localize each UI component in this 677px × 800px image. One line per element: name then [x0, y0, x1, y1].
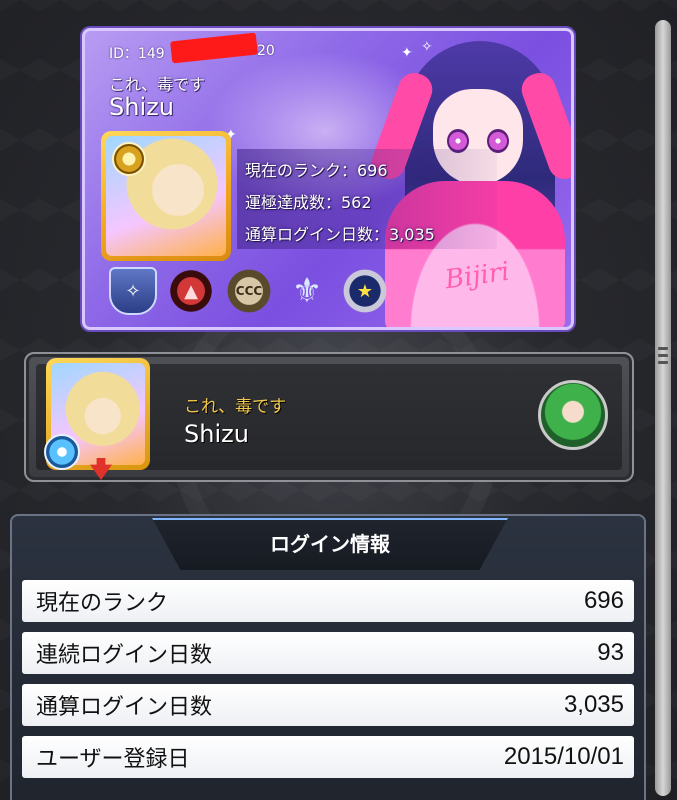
info-row-value: 3,035	[563, 691, 624, 718]
user-id-suffix: 20	[257, 43, 275, 59]
login-info-title: ログイン情報	[270, 532, 390, 556]
gold-medal-icon	[112, 142, 146, 176]
player-summary-panel[interactable]: これ、毒です Shizu	[24, 352, 634, 482]
ccc-emblem-icon[interactable]: CCC	[225, 267, 273, 315]
red-seal-emblem-icon[interactable]: ▲	[167, 267, 215, 315]
element-badge-icon	[44, 434, 80, 470]
stat-max-luck: 運極達成数：562	[245, 193, 372, 212]
scrollbar[interactable]	[655, 20, 671, 796]
info-row-label: 連続ログイン日数	[36, 643, 213, 668]
info-row-value: 93	[597, 639, 624, 666]
profile-avatar[interactable]	[101, 131, 231, 261]
profile-subtitle: これ、毒です	[109, 75, 206, 94]
info-row-label: ユーザー登録日	[36, 747, 190, 772]
green-character-icon[interactable]	[538, 380, 608, 450]
round-badge-emblem-icon[interactable]: ★	[341, 267, 389, 315]
profile-card[interactable]: ✦ ✧ ✦ Bijiri ID：149 20 これ、毒です Shizu 現在のラ…	[82, 28, 574, 330]
scrollbar-grip-icon[interactable]	[657, 340, 669, 370]
info-row-label: 通算ログイン日数	[36, 695, 213, 720]
emblem-row: ✧ ▲ CCC ⚜ ★	[109, 267, 389, 315]
player-name: Shizu	[184, 420, 249, 448]
info-row-registration-date: ユーザー登録日 2015/10/01	[22, 736, 634, 778]
stat-total-login: 通算ログイン日数：3,035	[245, 225, 435, 244]
user-id-prefix: ID：149	[109, 46, 165, 62]
info-row-consecutive-login: 連続ログイン日数 93	[22, 632, 634, 674]
info-row-label: 現在のランク	[36, 591, 169, 616]
stat-rank: 現在のランク：696	[245, 161, 388, 180]
shield-emblem-icon[interactable]: ✧	[109, 267, 157, 315]
info-row-value: 696	[583, 587, 624, 614]
info-row-total-login: 通算ログイン日数 3,035	[22, 684, 634, 726]
profile-name: Shizu	[109, 93, 174, 121]
info-row-rank: 現在のランク 696	[22, 580, 634, 622]
login-info-panel: ログイン情報 現在のランク 696 連続ログイン日数 93 通算ログイン日数 3…	[10, 514, 646, 800]
fleur-emblem-icon[interactable]: ⚜	[283, 267, 331, 315]
player-subtitle: これ、毒です	[184, 397, 287, 417]
avatar-portrait	[106, 136, 226, 256]
info-row-value: 2015/10/01	[503, 743, 624, 770]
